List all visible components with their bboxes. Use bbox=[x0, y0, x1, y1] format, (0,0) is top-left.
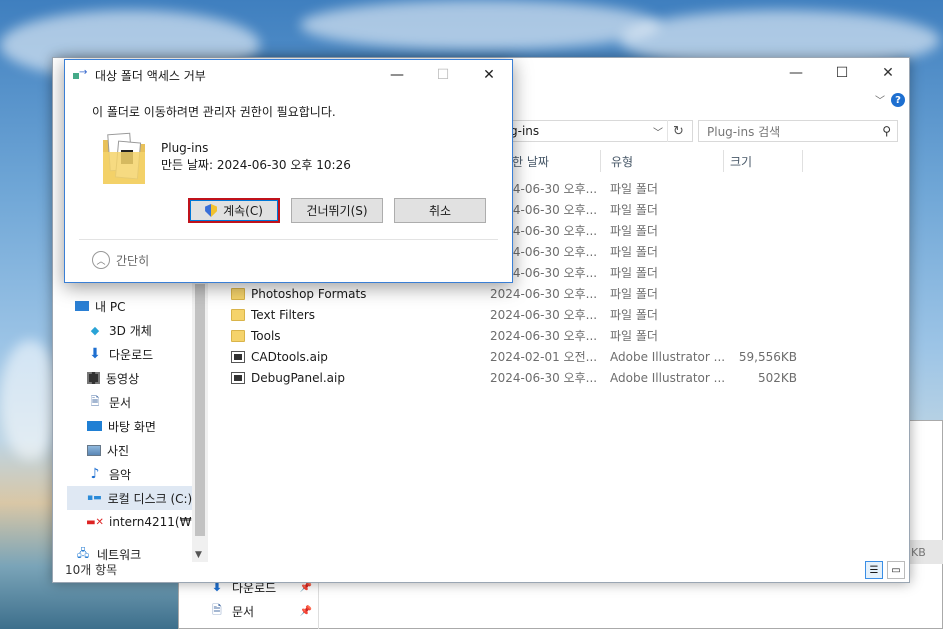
nav-item-downloads[interactable]: ⬇ 다운로드 bbox=[67, 342, 192, 366]
cube-icon: ◆ bbox=[90, 323, 100, 337]
picture-icon bbox=[87, 444, 101, 456]
file-row[interactable]: DebugPanel.aip 2024-06-30 오후... Adobe Ill… bbox=[231, 367, 831, 388]
nav-item-network-drive[interactable]: ▬✕ intern4211(₩₩i bbox=[67, 510, 192, 534]
nav-item-desktop[interactable]: 바탕 화면 bbox=[67, 414, 192, 438]
view-toggle: ☰ ▭ bbox=[865, 561, 905, 579]
dialog-folder-date: 만든 날짜: 2024-06-30 오후 10:26 bbox=[161, 158, 351, 172]
dialog-folder-name: Plug-ins bbox=[161, 141, 209, 155]
navigation-pane: 내 PC ◆ 3D 개체 ⬇ 다운로드 동영상 🗎 문서 바탕 화면 사진 ♪ … bbox=[67, 294, 192, 566]
dialog-message: 이 폴더로 이동하려면 관리자 권한이 필요합니다. bbox=[92, 105, 336, 119]
scrollbar-thumb[interactable] bbox=[195, 284, 205, 536]
document-icon: 🗎 bbox=[90, 394, 100, 408]
search-placeholder: Plug-ins 검색 bbox=[707, 124, 781, 139]
chevron-up-icon: ︿ bbox=[92, 251, 110, 269]
cloud bbox=[0, 340, 60, 460]
background-size-cell: KB bbox=[905, 540, 943, 564]
details-view-icon[interactable]: ☰ bbox=[865, 561, 883, 579]
close-button[interactable]: ✕ bbox=[865, 58, 911, 88]
uac-shield-icon bbox=[205, 204, 217, 217]
nav-item-documents[interactable]: 🗎 문서 bbox=[67, 390, 192, 414]
nav-item-this-pc[interactable]: 내 PC bbox=[67, 294, 192, 318]
file-name: DebugPanel.aip bbox=[251, 370, 345, 385]
file-name: CADtools.aip bbox=[251, 349, 328, 364]
window-controls: — ☐ ✕ bbox=[773, 58, 911, 88]
pc-icon bbox=[75, 301, 89, 311]
help-icon[interactable]: ? bbox=[891, 93, 905, 107]
background-nav-pane: ⬇ 다운로드 📌 🗎 문서 📌 bbox=[178, 575, 318, 629]
pin-icon: 📌 bbox=[299, 605, 312, 617]
dialog-close-button[interactable]: ✕ bbox=[466, 60, 512, 90]
file-row[interactable]: Text Filters 2024-06-30 오후... 파일 폴더 bbox=[231, 304, 831, 325]
skip-button[interactable]: 건너뛰기(S) bbox=[291, 198, 383, 223]
cloud bbox=[300, 0, 660, 50]
video-icon bbox=[87, 372, 100, 384]
continue-button[interactable]: 계속(C) bbox=[188, 198, 280, 223]
desktop-icon bbox=[87, 421, 102, 431]
scroll-down-icon[interactable]: ▼ bbox=[195, 550, 202, 560]
network-drive-icon: ▬✕ bbox=[86, 516, 104, 528]
nav-item-videos[interactable]: 동영상 bbox=[67, 366, 192, 390]
document-icon: 🗎 bbox=[212, 602, 222, 617]
column-separator[interactable] bbox=[802, 150, 803, 172]
network-icon: 🖧 bbox=[76, 546, 90, 560]
nav-scrollbar[interactable]: ▼ bbox=[192, 280, 208, 562]
dialog-minimize-button[interactable]: — bbox=[374, 60, 420, 90]
dialog-title-bar: 대상 폴더 액세스 거부 bbox=[73, 67, 206, 84]
expand-ribbon-icon[interactable]: ﹀ bbox=[875, 92, 885, 107]
nav-item-3d-objects[interactable]: ◆ 3D 개체 bbox=[67, 318, 192, 342]
column-separator[interactable] bbox=[600, 150, 601, 172]
file-row[interactable]: Tools 2024-06-30 오후... 파일 폴더 bbox=[231, 325, 831, 346]
refresh-icon[interactable]: ↻ bbox=[667, 120, 689, 142]
column-header-date[interactable]: 한 날짜 bbox=[512, 148, 549, 174]
address-text: g-ins bbox=[510, 124, 540, 138]
file-name: Tools bbox=[251, 328, 281, 343]
disk-icon: ▪▬ bbox=[87, 493, 102, 503]
column-header-type[interactable]: 유형 bbox=[611, 148, 633, 174]
dialog-window-controls: — ☐ ✕ bbox=[374, 60, 512, 90]
nav-item-pictures[interactable]: 사진 bbox=[67, 438, 192, 462]
access-denied-dialog: 대상 폴더 액세스 거부 — ☐ ✕ 이 폴더로 이동하려면 관리자 권한이 필… bbox=[64, 59, 513, 283]
nav-item-music[interactable]: ♪ 음악 bbox=[67, 462, 192, 486]
folder-icon bbox=[231, 287, 245, 300]
file-name: Text Filters bbox=[251, 307, 316, 322]
file-row[interactable]: Photoshop Formats 2024-06-30 오후... 파일 폴더 bbox=[231, 283, 831, 304]
download-icon: ⬇ bbox=[89, 346, 101, 362]
file-name: Photoshop Formats bbox=[251, 286, 367, 301]
thumbnail-view-icon[interactable]: ▭ bbox=[887, 561, 905, 579]
dialog-divider bbox=[79, 239, 498, 240]
search-icon: ⚲ bbox=[882, 124, 891, 138]
folder-preview-icon bbox=[103, 132, 145, 184]
address-dropdown-icon[interactable]: ﹀ bbox=[649, 120, 667, 142]
nav-item-local-disk[interactable]: ▪▬ 로컬 디스크 (C:) bbox=[67, 486, 192, 510]
move-folder-icon bbox=[73, 67, 89, 82]
status-item-count: 10개 항목 bbox=[65, 563, 118, 577]
plugin-file-icon bbox=[231, 371, 245, 384]
maximize-button[interactable]: ☐ bbox=[819, 58, 865, 88]
background-nav-item-documents[interactable]: 🗎 문서 📌 bbox=[178, 599, 318, 623]
folder-icon bbox=[231, 329, 245, 342]
music-icon: ♪ bbox=[90, 466, 100, 482]
column-header-size[interactable]: 크기 bbox=[730, 148, 752, 174]
file-row[interactable]: CADtools.aip 2024-02-01 오전... Adobe Illus… bbox=[231, 346, 831, 367]
fewer-details-toggle[interactable]: ︿ 간단히 bbox=[92, 251, 149, 269]
cancel-button[interactable]: 취소 bbox=[394, 198, 486, 223]
dialog-maximize-button: ☐ bbox=[436, 67, 450, 83]
search-input[interactable]: Plug-ins 검색 ⚲ bbox=[698, 120, 898, 142]
plugin-file-icon bbox=[231, 350, 245, 363]
column-separator[interactable] bbox=[723, 150, 724, 172]
pin-icon: 📌 bbox=[299, 581, 312, 593]
background-divider bbox=[318, 575, 334, 629]
minimize-button[interactable]: — bbox=[773, 58, 819, 88]
folder-icon bbox=[231, 308, 245, 321]
dialog-title: 대상 폴더 액세스 거부 bbox=[95, 69, 206, 83]
